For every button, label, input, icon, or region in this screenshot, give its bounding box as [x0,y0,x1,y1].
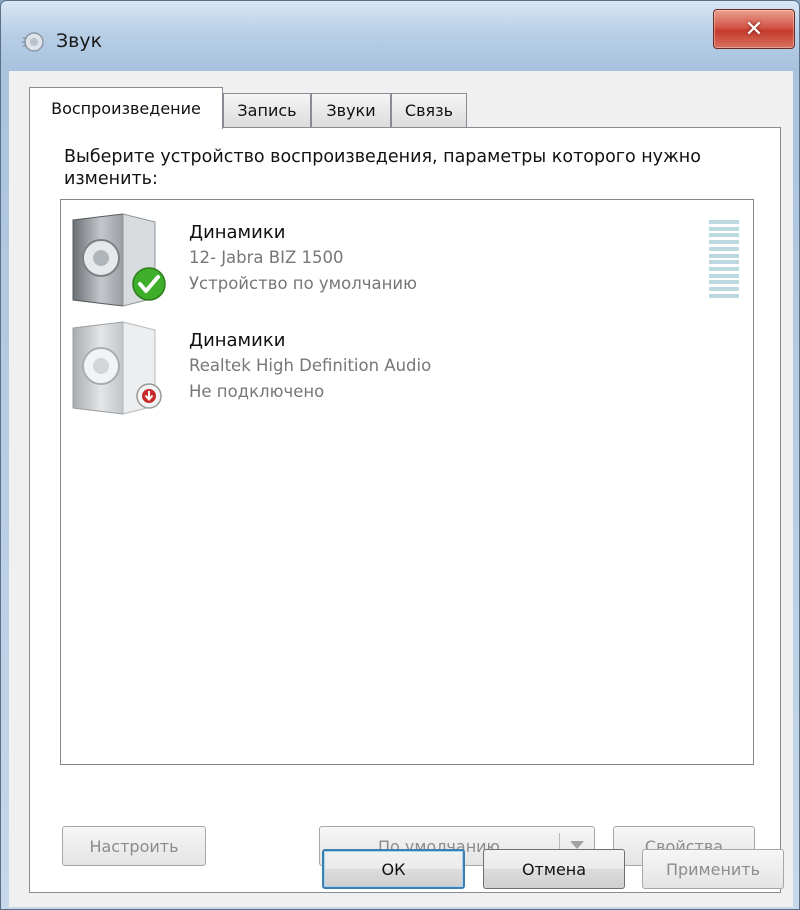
apply-button[interactable]: Применить [642,849,784,889]
instruction-text: Выберите устройство воспроизведения, пар… [64,147,701,189]
ok-button[interactable]: ОК [322,849,465,889]
device-name: Динамики [189,330,286,351]
configure-button[interactable]: Настроить [62,826,206,866]
disconnected-icon [136,383,162,409]
device-model: Realtek High Definition Audio [189,356,432,375]
volume-level-meter [709,220,739,298]
sound-dialog-window: Звук ✕ Воспроизведение Запись Звуки Связ… [0,0,800,910]
list-item[interactable]: Динамики Realtek High Definition Audio Н… [61,312,753,420]
close-icon: ✕ [744,16,764,42]
device-status: Устройство по умолчанию [189,274,418,293]
title-bar[interactable]: Звук ✕ [1,1,799,71]
sound-app-icon [22,32,44,52]
device-name: Динамики [189,222,286,243]
tab-playback[interactable]: Воспроизведение [29,87,223,129]
close-button[interactable]: ✕ [713,9,795,49]
dialog-client-area: Воспроизведение Запись Звуки Связь Выбер… [9,71,793,907]
device-model: 12- Jabra BIZ 1500 [189,248,344,267]
cancel-button[interactable]: Отмена [483,849,625,889]
tab-communications[interactable]: Связь [391,93,467,127]
playback-tab-panel: Выберите устройство воспроизведения, пар… [29,127,781,893]
chevron-down-icon[interactable] [570,841,584,849]
check-icon [132,267,166,301]
device-list[interactable]: Динамики 12- Jabra BIZ 1500 Устройство п… [60,199,754,765]
tab-recording[interactable]: Запись [223,93,311,127]
tab-sounds[interactable]: Звуки [311,93,391,127]
window-title: Звук [56,30,103,52]
list-item[interactable]: Динамики 12- Jabra BIZ 1500 Устройство п… [61,204,753,312]
device-status: Не подключено [189,382,325,401]
